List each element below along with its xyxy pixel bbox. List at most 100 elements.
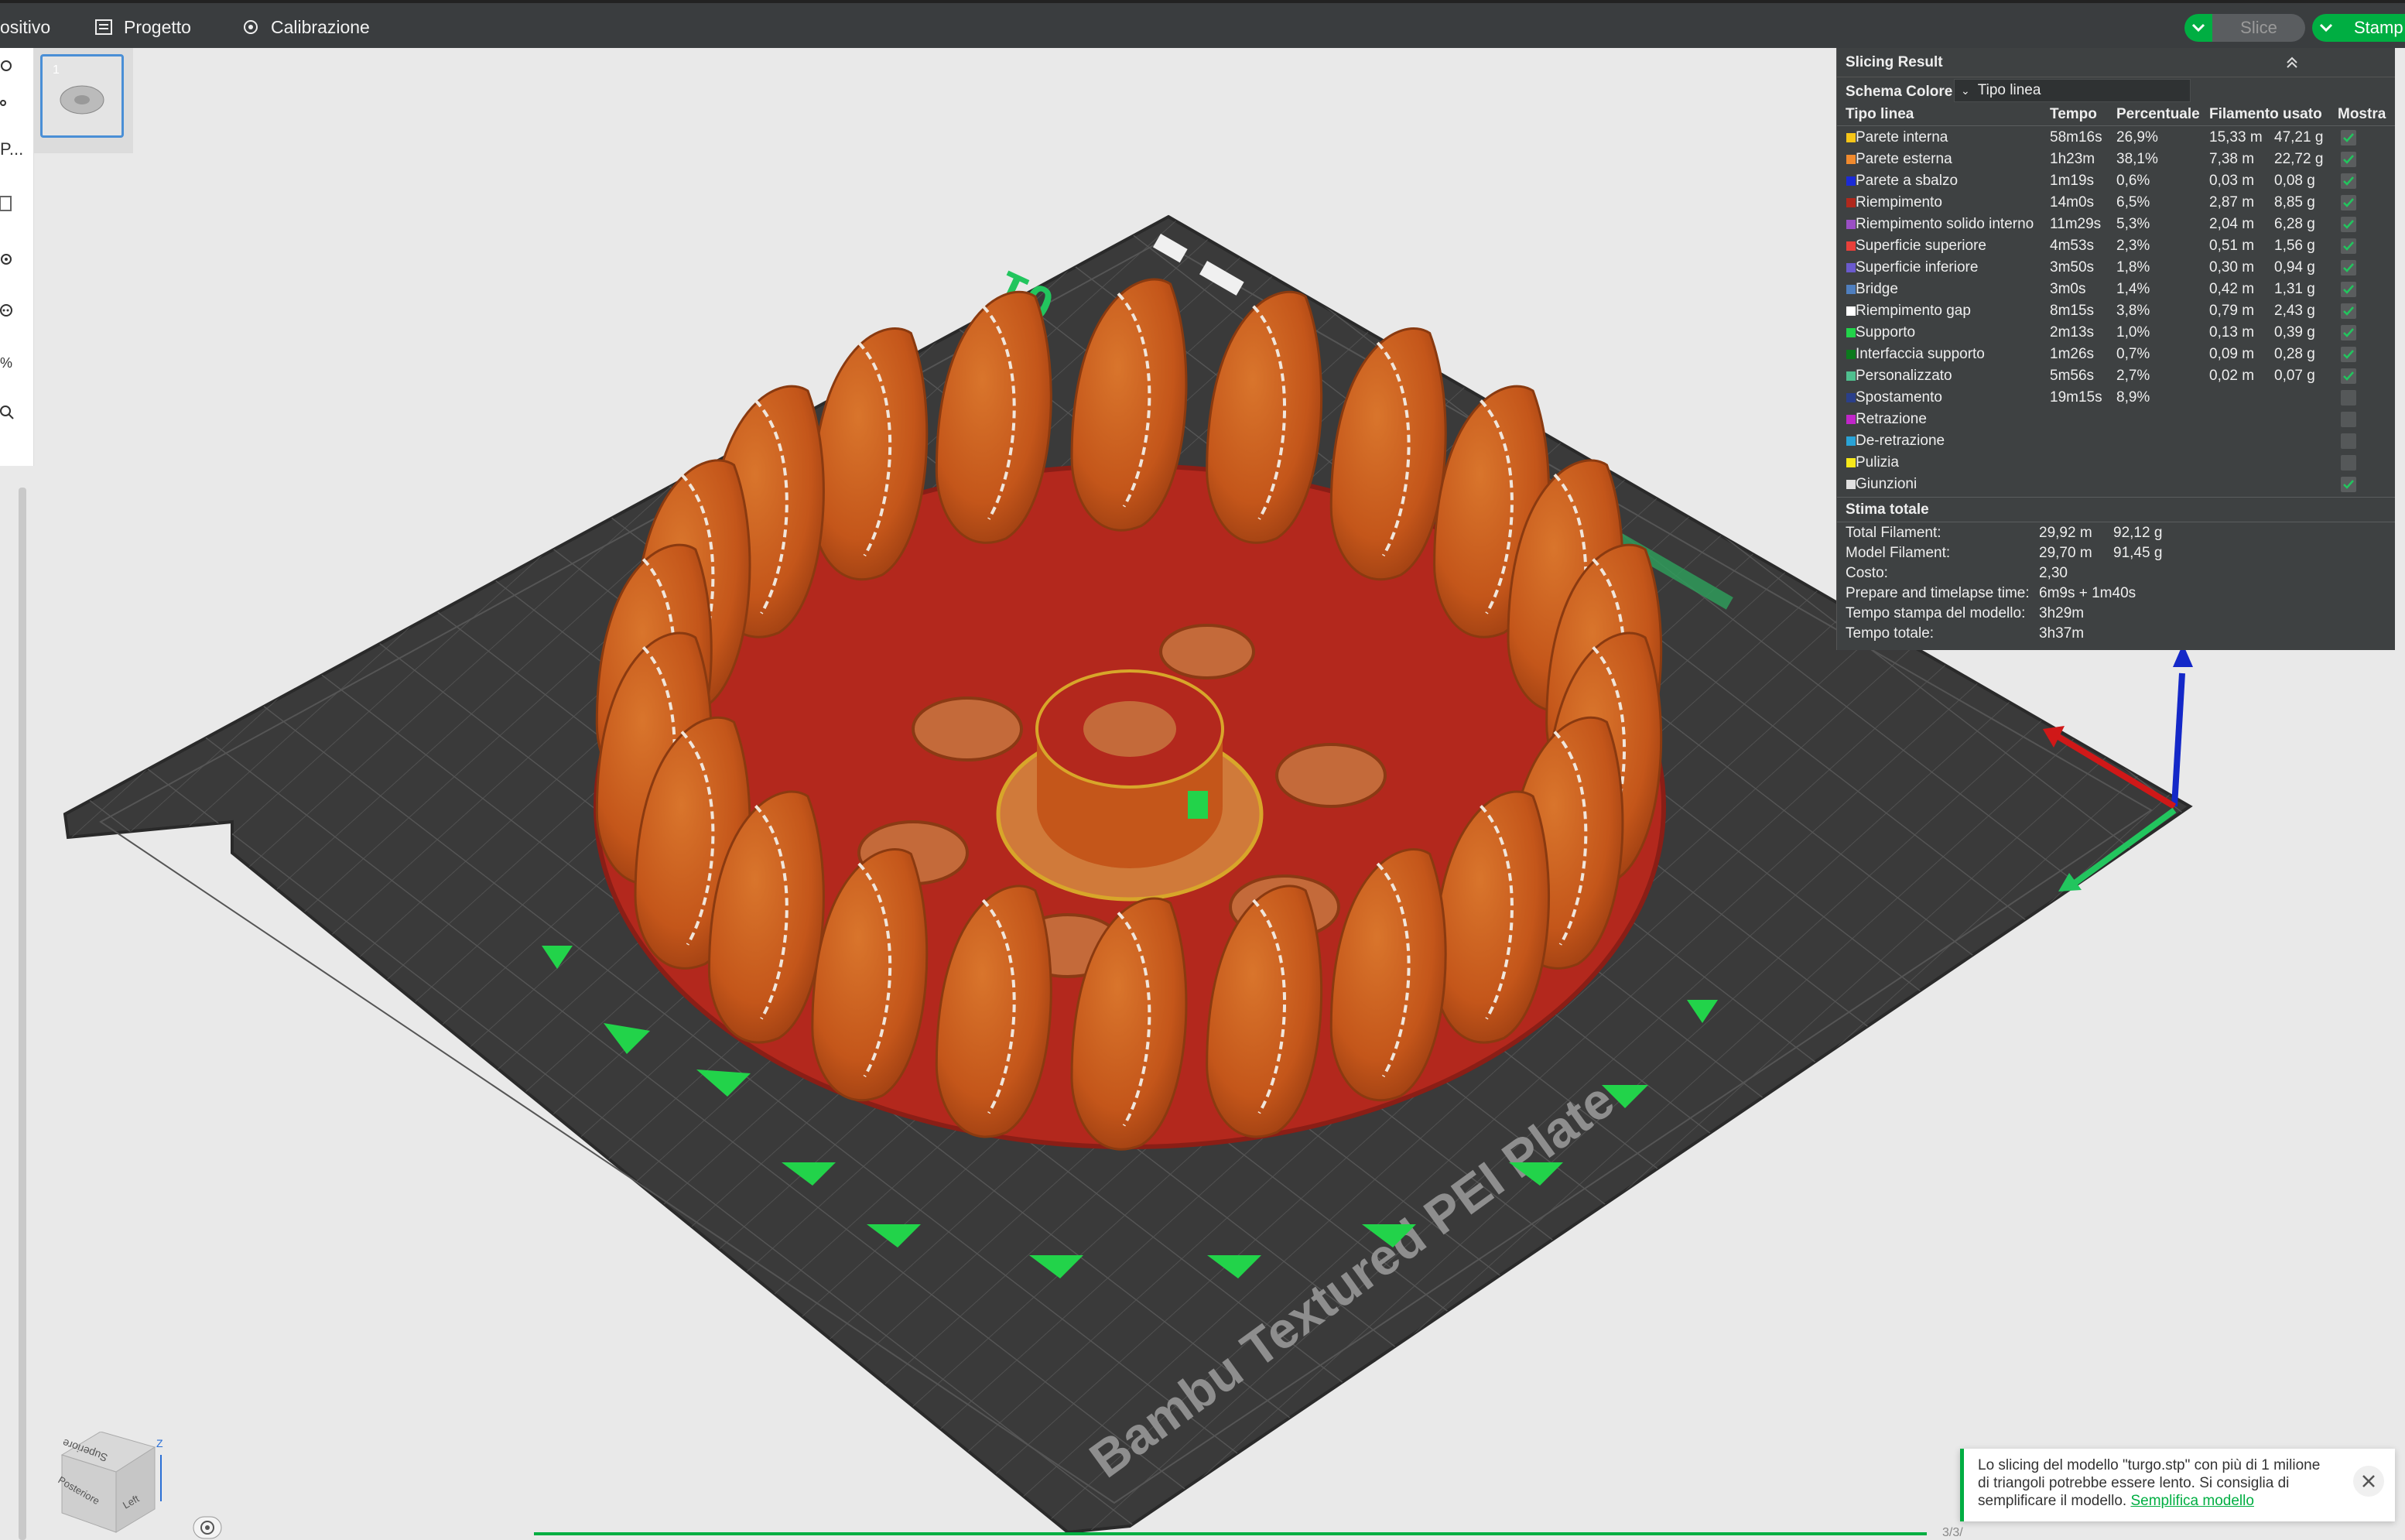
project-icon [95, 19, 112, 35]
svg-text:%: % [0, 355, 12, 371]
line-type-weight: 0,07 g [2274, 368, 2315, 384]
line-type-swatch [1846, 393, 1856, 402]
more-icon[interactable] [0, 302, 17, 319]
slicing-result-title: Slicing Result [1846, 53, 1943, 70]
line-type-row: Parete esterna 1h23m 38,1% 7,38 m 22,72 g [1837, 149, 2395, 170]
simplify-model-link[interactable]: Semplifica modello [2130, 1493, 2253, 1509]
view-cube[interactable]: Superiore Posteriore Left Z [54, 1432, 170, 1540]
device-tab[interactable]: ositivo [0, 3, 50, 51]
project-tab[interactable]: Progetto [94, 3, 191, 51]
show-checkbox[interactable] [2341, 130, 2356, 145]
show-checkbox[interactable] [2341, 238, 2356, 254]
col-header-type: Tipo linea [1846, 106, 1914, 122]
line-type-length: 0,03 m [2209, 173, 2255, 189]
calibration-tab[interactable]: Calibrazione [241, 3, 370, 51]
col-header-time: Tempo [2050, 106, 2097, 122]
line-type-weight: 8,85 g [2274, 194, 2315, 210]
plate-thumbnail-index: 1 [53, 63, 60, 77]
estimate-label: Tempo totale: [1846, 625, 1935, 642]
field-box-icon[interactable] [0, 195, 17, 212]
gear-icon[interactable] [0, 251, 17, 268]
checkmark-icon [2343, 241, 2354, 251]
show-checkbox[interactable] [2341, 433, 2356, 449]
print-button[interactable]: Stamp [2340, 14, 2405, 42]
estimate-label: Prepare and timelapse time: [1846, 585, 2030, 601]
show-checkbox[interactable] [2341, 195, 2356, 210]
show-checkbox[interactable] [2341, 325, 2356, 341]
line-type-time: 8m15s [2050, 303, 2095, 319]
show-checkbox[interactable] [2341, 347, 2356, 362]
header-divider [1837, 125, 2395, 126]
slice-button[interactable]: Slice [2212, 14, 2305, 42]
estimate-row: Model Filament: 29,70 m 91,45 g [1846, 545, 2162, 565]
line-type-swatch [1846, 198, 1856, 207]
line-type-percent: 0,6% [2116, 173, 2150, 189]
checkmark-icon [2343, 176, 2354, 186]
settings-icon[interactable] [0, 57, 17, 74]
close-icon [2362, 1475, 2375, 1487]
line-type-length: 7,38 m [2209, 151, 2255, 167]
estimate-label: Tempo stampa del modello: [1846, 605, 2026, 621]
show-checkbox[interactable] [2341, 455, 2356, 471]
line-type-time: 1h23m [2050, 151, 2095, 167]
line-type-percent: 3,8% [2116, 303, 2150, 319]
line-type-weight: 2,43 g [2274, 303, 2315, 319]
slice-dropdown-button[interactable] [2184, 14, 2212, 42]
line-type-length: 0,79 m [2209, 303, 2255, 319]
line-type-row: Riempimento gap 8m15s 3,8% 0,79 m 2,43 g [1837, 300, 2395, 322]
show-checkbox[interactable] [2341, 152, 2356, 167]
line-type-percent: 2,7% [2116, 368, 2150, 384]
show-checkbox[interactable] [2341, 173, 2356, 189]
estimate-row: Total Filament: 29,92 m 92,12 g [1846, 525, 2162, 545]
line-type-length: 0,13 m [2209, 324, 2255, 341]
estimate-value-1: 29,92 m [2039, 525, 2092, 541]
checkmark-icon [2343, 328, 2354, 337]
line-type-row: Superficie superiore 4m53s 2,3% 0,51 m 1,56 … [1837, 235, 2395, 257]
show-checkbox[interactable] [2341, 282, 2356, 297]
slice-progress-text: 3/3/ [1942, 1526, 1963, 1539]
estimate-value-1: 3h29m [2039, 605, 2085, 621]
chevron-down-icon [2191, 23, 2205, 33]
show-checkbox[interactable] [2341, 217, 2356, 232]
view-cube-axis-label: Z [156, 1437, 163, 1449]
percent-icon[interactable]: % [0, 354, 17, 371]
search-icon[interactable] [0, 404, 17, 421]
checkmark-icon [2343, 285, 2354, 294]
line-type-time: 11m29s [2050, 216, 2102, 232]
show-checkbox[interactable] [2341, 412, 2356, 427]
line-type-name: Parete interna [1856, 129, 1948, 145]
color-scheme-row: Schema Colore [1846, 80, 1952, 104]
show-checkbox[interactable] [2341, 477, 2356, 492]
line-type-swatch [1846, 220, 1856, 229]
checkmark-icon [2343, 371, 2354, 381]
camera-reset-icon[interactable] [192, 1515, 223, 1540]
calibration-tab-label: Calibrazione [271, 16, 370, 37]
show-checkbox[interactable] [2341, 303, 2356, 319]
line-type-time: 3m50s [2050, 259, 2095, 275]
collapse-up-icon[interactable] [2284, 54, 2301, 71]
show-checkbox[interactable] [2341, 368, 2356, 384]
estimate-divider [1837, 497, 2395, 498]
line-type-swatch [1846, 133, 1856, 142]
left-scroll-rail[interactable] [19, 488, 26, 1540]
line-type-row: Pulizia [1837, 452, 2395, 474]
col-header-show: Mostra [2338, 106, 2386, 122]
line-type-name: Riempimento gap [1856, 303, 1971, 319]
estimate-label: Costo: [1846, 565, 1888, 581]
line-type-percent: 38,1% [2116, 151, 2158, 167]
dot-icon[interactable] [0, 94, 17, 111]
show-checkbox[interactable] [2341, 390, 2356, 406]
line-type-percent: 5,3% [2116, 216, 2150, 232]
line-type-percent: 1,0% [2116, 324, 2150, 341]
line-type-swatch [1846, 263, 1856, 272]
line-type-time: 1m19s [2050, 173, 2095, 189]
line-type-row: Interfaccia supporto 1m26s 0,7% 0,09 m 0,28 … [1837, 344, 2395, 365]
line-type-row: Retrazione [1837, 409, 2395, 430]
toast-close-button[interactable] [2353, 1466, 2384, 1497]
estimate-title: Stima totale [1846, 501, 1929, 518]
left-sidebar: P... % [0, 48, 34, 466]
show-checkbox[interactable] [2341, 260, 2356, 275]
line-type-length: 2,87 m [2209, 194, 2255, 210]
print-dropdown-button[interactable] [2312, 14, 2340, 42]
color-scheme-select[interactable]: ⌄ Tipo linea [1954, 79, 2191, 102]
